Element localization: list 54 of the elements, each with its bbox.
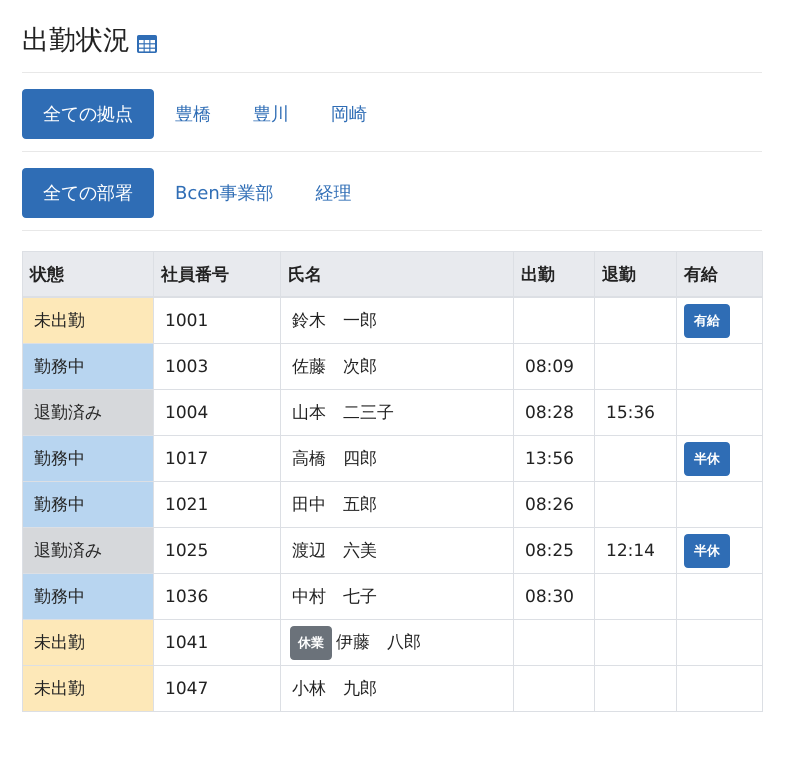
employee-name: 伊藤 八郎 xyxy=(336,632,421,652)
leave-badge: 有給 xyxy=(684,304,730,338)
column-header: 出勤 xyxy=(514,252,594,297)
employee-name: 小林 九郎 xyxy=(292,679,377,699)
page-title: 出勤状況 xyxy=(22,24,130,58)
employee-name: 鈴木 一郎 xyxy=(292,311,377,331)
employee-name: 佐藤 次郎 xyxy=(292,357,377,377)
status-cell: 未出勤 xyxy=(22,297,154,344)
column-header: 有給 xyxy=(676,252,762,297)
clock-in-time: 08:28 xyxy=(525,402,574,422)
clock-in-time: 13:56 xyxy=(525,448,574,468)
clock-out-time: 12:14 xyxy=(606,540,655,560)
column-header: 氏名 xyxy=(280,252,514,297)
table-cell: 1025 xyxy=(154,528,280,574)
location-tab[interactable]: 岡崎 xyxy=(310,89,388,139)
status-cell: 退勤済み xyxy=(22,528,154,574)
clock-in-time: 08:09 xyxy=(525,356,574,376)
column-header: 状態 xyxy=(22,252,154,297)
table-cell: 1036 xyxy=(154,574,280,620)
table-cell: 1017 xyxy=(154,436,280,482)
clock-in-time: 08:30 xyxy=(525,586,574,606)
department-tab[interactable]: Bcen事業部 xyxy=(154,168,295,218)
department-tab[interactable]: 経理 xyxy=(294,168,373,218)
status-cell: 勤務中 xyxy=(22,482,154,528)
column-header: 退勤 xyxy=(594,252,676,297)
status-cell: 勤務中 xyxy=(22,574,154,620)
employee-name: 高橋 四郎 xyxy=(292,449,377,469)
clock-out-time: 15:36 xyxy=(606,402,655,422)
table-cell: 1003 xyxy=(154,344,280,390)
location-tab[interactable]: 豊橋 xyxy=(154,89,232,139)
employee-name: 中村 七子 xyxy=(292,587,377,607)
table-cell: 1041 xyxy=(154,620,280,666)
location-tab[interactable]: 豊川 xyxy=(232,89,310,139)
employee-name: 山本 二三子 xyxy=(292,403,394,423)
table-cell: 1001 xyxy=(154,297,280,344)
location-tab[interactable]: 全ての拠点 xyxy=(22,89,154,139)
status-cell: 退勤済み xyxy=(22,390,154,436)
status-cell: 勤務中 xyxy=(22,344,154,390)
clock-in-time: 08:25 xyxy=(525,540,574,560)
leave-badge: 半休 xyxy=(684,442,730,476)
status-cell: 勤務中 xyxy=(22,436,154,482)
status-cell: 未出勤 xyxy=(22,666,154,712)
table-cell: 1004 xyxy=(154,390,280,436)
employee-name: 渡辺 六美 xyxy=(292,541,377,561)
column-header: 社員番号 xyxy=(154,252,280,297)
status-badge: 休業 xyxy=(290,626,332,660)
clock-in-time: 08:26 xyxy=(525,494,574,514)
table-cell: 1021 xyxy=(154,482,280,528)
table-icon xyxy=(136,33,158,55)
employee-name: 田中 五郎 xyxy=(292,495,377,515)
leave-badge: 半休 xyxy=(684,534,730,568)
table-cell: 1047 xyxy=(154,666,280,712)
department-tab[interactable]: 全ての部署 xyxy=(22,168,154,218)
status-cell: 未出勤 xyxy=(22,620,154,666)
